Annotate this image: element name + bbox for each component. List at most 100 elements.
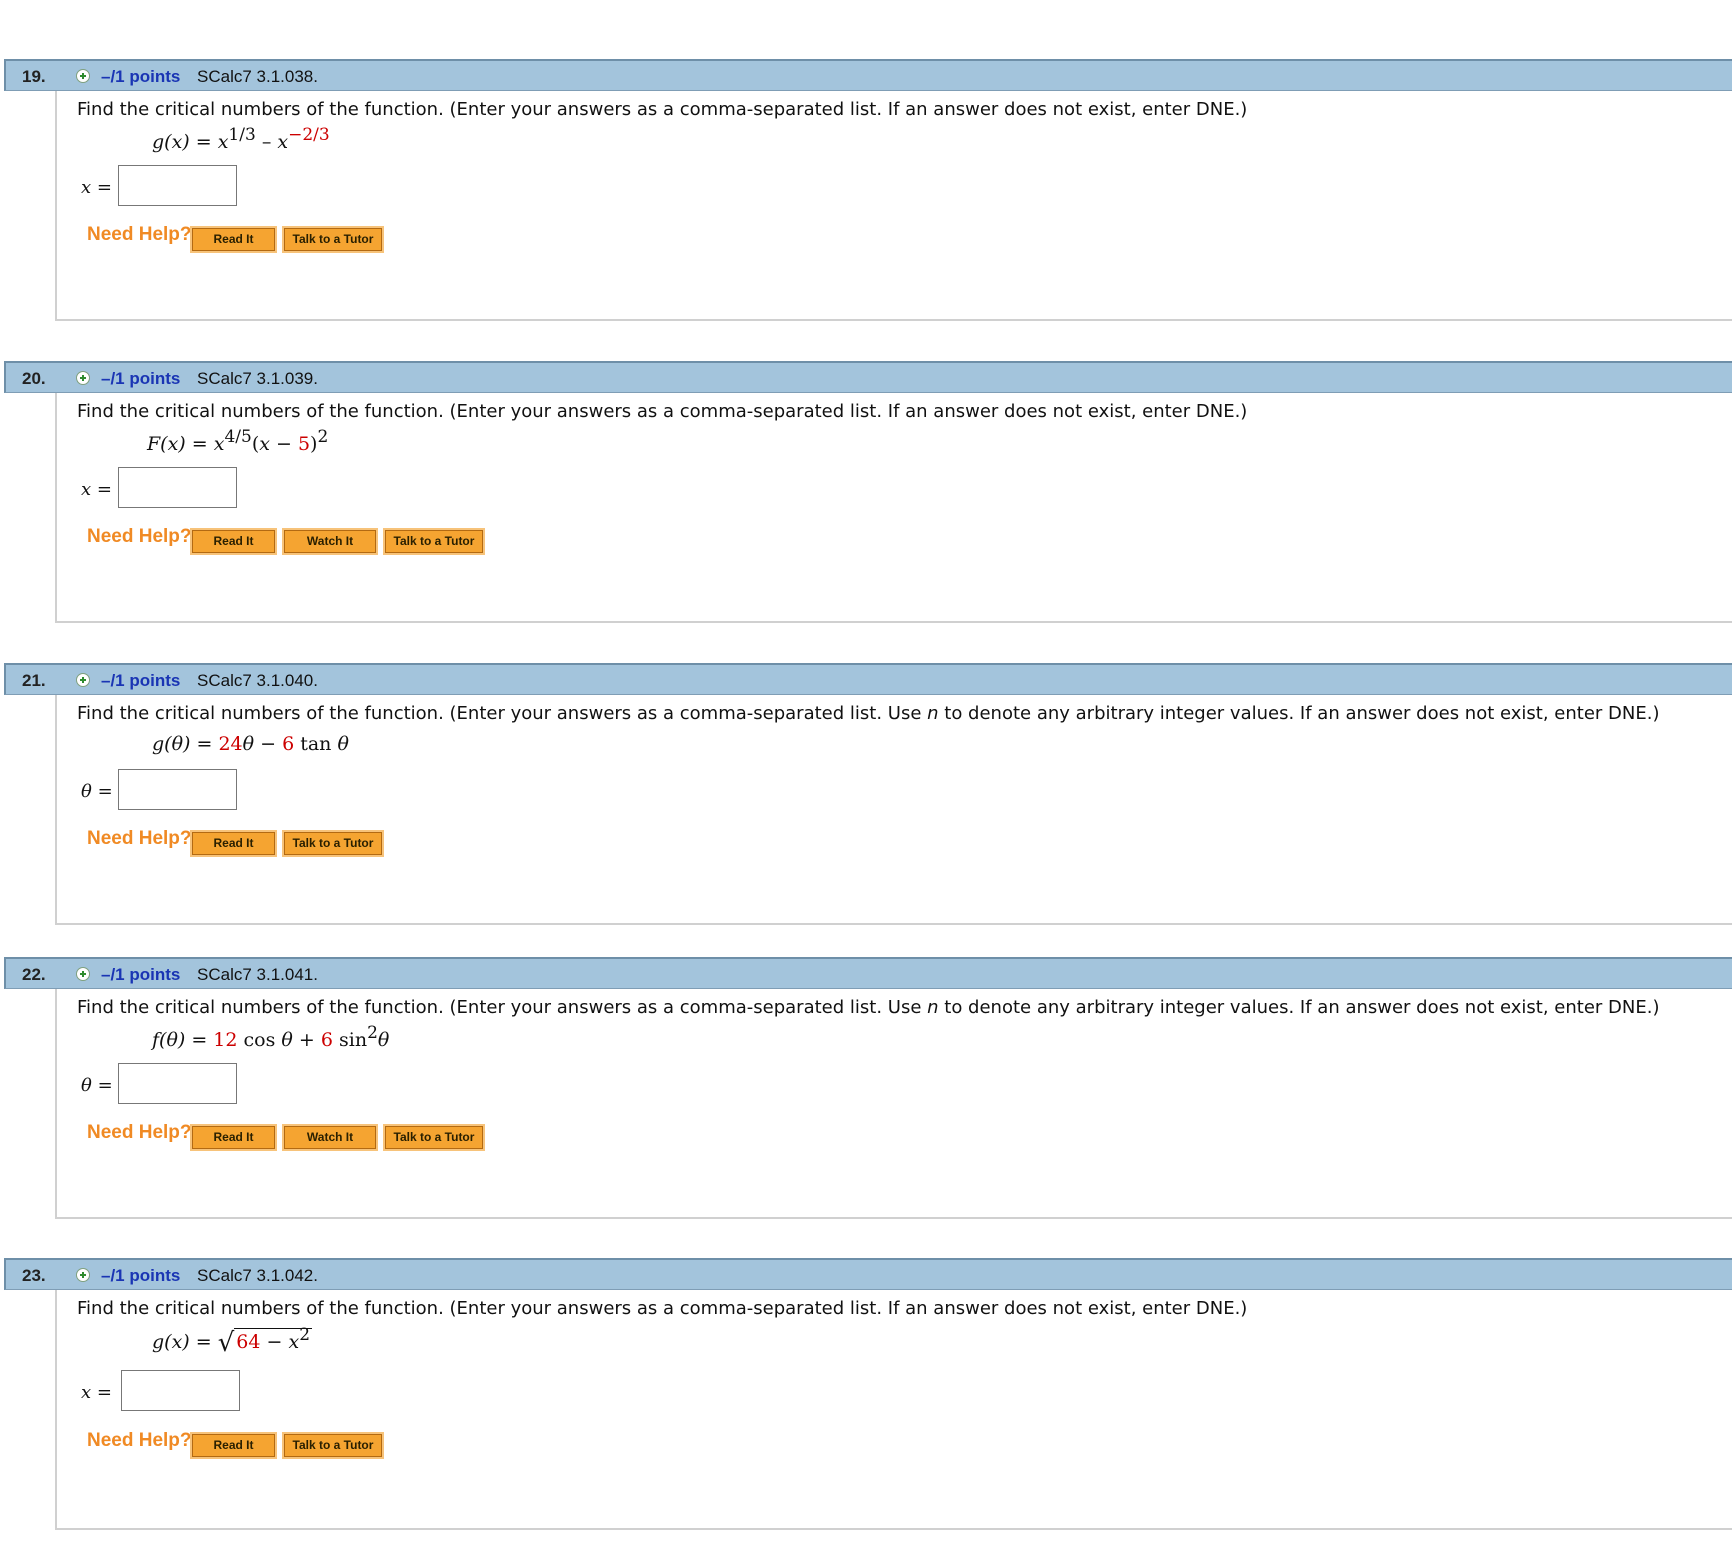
question-23: 23. –/1 points SCalc7 3.1.042. Find the … [0, 1258, 1732, 1548]
question-code: SCalc7 3.1.038. [197, 67, 318, 86]
expand-plus-icon[interactable] [76, 371, 90, 385]
formula-constant: 24 [218, 733, 243, 755]
formula-variable: x [259, 433, 270, 455]
question-number: 21. [22, 671, 46, 690]
need-help-label: Need Help? [87, 224, 192, 245]
question-20: 20. –/1 points SCalc7 3.1.039. Find the … [0, 361, 1732, 651]
formula-equals: = [189, 1331, 218, 1353]
points-link[interactable]: –/1 points [101, 1266, 180, 1286]
read-it-button[interactable]: Read It [190, 226, 277, 253]
talk-to-tutor-button[interactable]: Talk to a Tutor [383, 528, 485, 555]
answer-variable: θ [81, 1075, 92, 1096]
answer-label: x = [81, 177, 112, 198]
question-body: Find the critical numbers of the functio… [55, 989, 1732, 1219]
question-header: 21. –/1 points SCalc7 3.1.040. [4, 663, 1732, 695]
points-link[interactable]: –/1 points [101, 369, 180, 389]
answer-input[interactable] [118, 467, 237, 508]
watch-it-button[interactable]: Watch It [282, 528, 378, 555]
answer-input[interactable] [118, 165, 237, 206]
talk-to-tutor-button[interactable]: Talk to a Tutor [282, 1432, 384, 1459]
answer-label: θ = [81, 781, 113, 802]
question-22: 22. –/1 points SCalc7 3.1.041. Find the … [0, 957, 1732, 1247]
formula-base: x [217, 131, 229, 153]
need-help-label: Need Help? [87, 828, 192, 849]
prompt-text: Find the critical numbers of the functio… [77, 703, 928, 724]
answer-input[interactable] [118, 769, 237, 810]
points-link[interactable]: –/1 points [101, 67, 180, 87]
square-root-icon: √ [217, 1328, 235, 1358]
points-link[interactable]: –/1 points [101, 671, 180, 691]
formula-lhs: F(x) [147, 433, 186, 455]
expand-plus-icon[interactable] [76, 673, 90, 687]
question-code: SCalc7 3.1.041. [197, 965, 318, 984]
answer-input[interactable] [118, 1063, 237, 1104]
formula-operator: – [255, 131, 278, 153]
need-help-label: Need Help? [87, 526, 192, 547]
talk-to-tutor-button[interactable]: Talk to a Tutor [282, 226, 384, 253]
answer-variable: x [81, 479, 92, 500]
formula-equals: = [185, 1029, 214, 1051]
formula-equals: = [190, 733, 219, 755]
formula-operator: − [269, 433, 298, 455]
formula-equals: = [189, 131, 218, 153]
formula-lhs: f(θ) [152, 1029, 186, 1051]
talk-to-tutor-button[interactable]: Talk to a Tutor [383, 1124, 485, 1151]
question-prompt: Find the critical numbers of the functio… [77, 99, 1248, 120]
question-number: 19. [22, 67, 46, 86]
formula-exponent: 4/5 [224, 427, 252, 447]
question-prompt: Find the critical numbers of the functio… [77, 997, 1659, 1018]
answer-equals: = [91, 1075, 113, 1096]
expand-plus-icon[interactable] [76, 1268, 90, 1282]
formula-function: tan [294, 733, 338, 755]
need-help-label: Need Help? [87, 1122, 192, 1143]
question-prompt: Find the critical numbers of the functio… [77, 401, 1248, 422]
read-it-button[interactable]: Read It [190, 1432, 277, 1459]
function-formula: F(x) = x4/5(x − 5)2 [147, 429, 328, 456]
need-help-label: Need Help? [87, 1430, 192, 1451]
formula-constant: 6 [282, 733, 295, 755]
formula-lhs: g(x) [152, 131, 190, 153]
question-header: 19. –/1 points SCalc7 3.1.038. [4, 59, 1732, 91]
question-prompt: Find the critical numbers of the functio… [77, 703, 1659, 724]
radicand: 64 − x2 [234, 1327, 313, 1353]
expand-plus-icon[interactable] [76, 967, 90, 981]
read-it-button[interactable]: Read It [190, 830, 277, 857]
answer-label: θ = [81, 1075, 113, 1096]
talk-to-tutor-button[interactable]: Talk to a Tutor [282, 830, 384, 857]
formula-exponent: 2 [317, 427, 329, 447]
formula-operator: − [260, 1331, 289, 1353]
formula-base: x [277, 131, 289, 153]
answer-variable: x [81, 1382, 92, 1403]
watch-it-button[interactable]: Watch It [282, 1124, 378, 1151]
answer-variable: x [81, 177, 92, 198]
formula-exponent-value: 1/3 [228, 125, 256, 145]
formula-exponent: 1/3 [228, 125, 255, 145]
question-code: SCalc7 3.1.040. [197, 671, 318, 690]
question-body: Find the critical numbers of the functio… [55, 393, 1732, 623]
formula-variable: θ [281, 1029, 293, 1051]
expand-plus-icon[interactable] [76, 69, 90, 83]
question-19: 19. –/1 points SCalc7 3.1.038. Find the … [0, 59, 1732, 349]
read-it-button[interactable]: Read It [190, 1124, 277, 1151]
formula-operator: + [292, 1029, 321, 1051]
formula-equals: = [185, 433, 214, 455]
question-code: SCalc7 3.1.042. [197, 1266, 318, 1285]
answer-input[interactable] [121, 1370, 240, 1411]
function-formula: g(x) = x1/3 – x−2/3 [152, 127, 330, 154]
prompt-text: to denote any arbitrary integer values. … [938, 997, 1660, 1018]
prompt-variable: n [927, 703, 939, 724]
answer-variable: θ [81, 781, 92, 802]
function-formula: g(θ) = 24θ − 6 tan θ [152, 733, 349, 755]
question-number: 22. [22, 965, 46, 984]
question-code: SCalc7 3.1.039. [197, 369, 318, 388]
formula-constant: 64 [236, 1331, 261, 1353]
read-it-button[interactable]: Read It [190, 528, 277, 555]
formula-base: x [213, 433, 225, 455]
points-link[interactable]: –/1 points [101, 965, 180, 985]
prompt-text: Find the critical numbers of the functio… [77, 997, 928, 1018]
formula-variable: x [288, 1331, 300, 1353]
formula-lhs: g(θ) [152, 733, 191, 755]
answer-equals: = [91, 479, 112, 500]
function-formula: g(x) = √ 64 − x2 [152, 1327, 313, 1358]
prompt-variable: n [927, 997, 939, 1018]
